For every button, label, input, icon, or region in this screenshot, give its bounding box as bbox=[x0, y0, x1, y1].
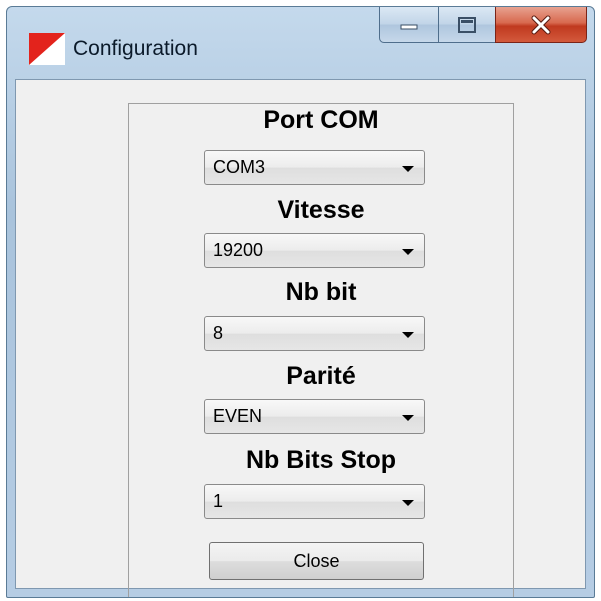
minimize-icon bbox=[400, 24, 418, 29]
app-icon bbox=[29, 33, 65, 65]
chevron-down-icon bbox=[402, 249, 414, 255]
port-select-value: COM3 bbox=[213, 157, 266, 177]
speed-select-value: 19200 bbox=[213, 240, 264, 260]
chevron-down-icon bbox=[402, 166, 414, 172]
speed-select[interactable]: 19200 bbox=[204, 233, 425, 268]
caption-buttons bbox=[379, 7, 587, 43]
close-window-button[interactable] bbox=[495, 7, 587, 43]
port-label: Port COM bbox=[263, 106, 379, 134]
port-select[interactable]: COM3 bbox=[204, 150, 425, 185]
maximize-button[interactable] bbox=[438, 7, 496, 43]
chevron-down-icon bbox=[402, 500, 414, 506]
databits-select[interactable]: 8 bbox=[204, 316, 425, 351]
chevron-down-icon bbox=[402, 415, 414, 421]
databits-select-value: 8 bbox=[213, 323, 224, 343]
settings-group: Port COM COM3 Vitesse 19200 Nb bit 8 Par… bbox=[128, 103, 514, 597]
parity-select-value: EVEN bbox=[213, 406, 263, 426]
configuration-window: Configuration Port COM COM3 Vitesse 1920… bbox=[6, 6, 595, 598]
window-title: Configuration bbox=[73, 37, 198, 60]
chevron-down-icon bbox=[402, 332, 414, 338]
close-button[interactable]: Close bbox=[209, 542, 424, 580]
databits-label: Nb bit bbox=[285, 278, 357, 306]
stopbits-select[interactable]: 1 bbox=[204, 484, 425, 519]
close-icon bbox=[531, 15, 551, 34]
title-bar[interactable]: Configuration bbox=[7, 7, 594, 79]
speed-label: Vitesse bbox=[277, 196, 365, 224]
minimize-button[interactable] bbox=[379, 7, 439, 43]
stopbits-select-value: 1 bbox=[213, 491, 224, 511]
parity-label: Parité bbox=[286, 362, 356, 390]
parity-select[interactable]: EVEN bbox=[204, 399, 425, 434]
maximize-icon bbox=[458, 16, 476, 33]
stopbits-label: Nb Bits Stop bbox=[246, 446, 396, 474]
client-area: Port COM COM3 Vitesse 19200 Nb bit 8 Par… bbox=[15, 79, 586, 597]
